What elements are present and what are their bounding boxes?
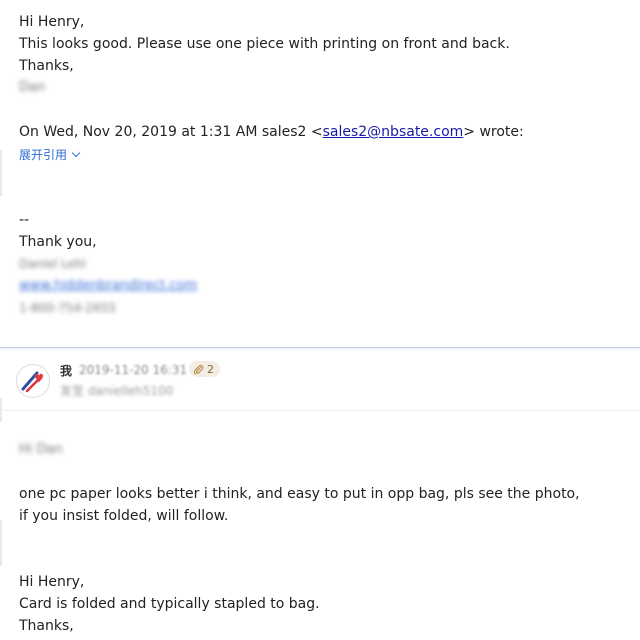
message1-body: This looks good. Please use one piece wi… <box>19 36 510 52</box>
signature-thank-you: Thank you, <box>19 234 97 250</box>
quote-header-suffix: > wrote: <box>463 124 524 140</box>
quoted-thanks: Thanks, <box>19 618 74 634</box>
quote-bar-top <box>0 150 2 196</box>
chevron-down-icon <box>71 148 81 158</box>
message1-thanks: Thanks, <box>19 58 74 74</box>
message1-greeting: Hi Henry, <box>19 14 85 30</box>
quoted-body: Card is folded and typically stapled to … <box>19 596 320 612</box>
message2-body-line2: if you insist folded, will follow. <box>19 508 229 524</box>
quote-bar-low <box>0 520 2 566</box>
signature-dashes: -- <box>19 212 30 228</box>
recipient-line: 发至 danielleh5100 <box>60 384 174 398</box>
attachment-count: 2 <box>207 362 214 376</box>
signature-phone: 1-800-754-2655 <box>19 301 116 315</box>
paperclip-icon <box>193 364 204 375</box>
message2-body-line1: one pc paper looks better i think, and e… <box>19 486 580 502</box>
quoted-greeting: Hi Henry, <box>19 574 85 590</box>
signature-website-link[interactable]: www.hiddenbrandirect.com <box>19 277 197 295</box>
quote-sender-email-link[interactable]: sales2@nbsate.com <box>323 124 464 140</box>
expand-quote-label: 展开引用 <box>19 148 68 162</box>
signature-full-name: Daniel Lehl <box>19 257 86 271</box>
avatar[interactable] <box>16 364 50 398</box>
avatar-logo-icon <box>21 371 43 393</box>
message-divider-shadow <box>0 348 640 352</box>
message1-signature-name: Dan <box>19 80 46 95</box>
sender-name: 我 <box>60 364 73 378</box>
expand-quote-button[interactable]: 展开引用 <box>19 146 81 163</box>
quote-header: On Wed, Nov 20, 2019 at 1:31 AM sales2 <… <box>19 123 524 141</box>
message2-greeting: Hi Dan <box>19 442 63 457</box>
sent-timestamp: 2019-11-20 16:31 <box>79 363 188 377</box>
reply-header-rule <box>0 410 640 411</box>
attachment-badge[interactable]: 2 <box>189 361 220 377</box>
quote-header-prefix: On Wed, Nov 20, 2019 at 1:31 AM sales2 < <box>19 124 323 140</box>
